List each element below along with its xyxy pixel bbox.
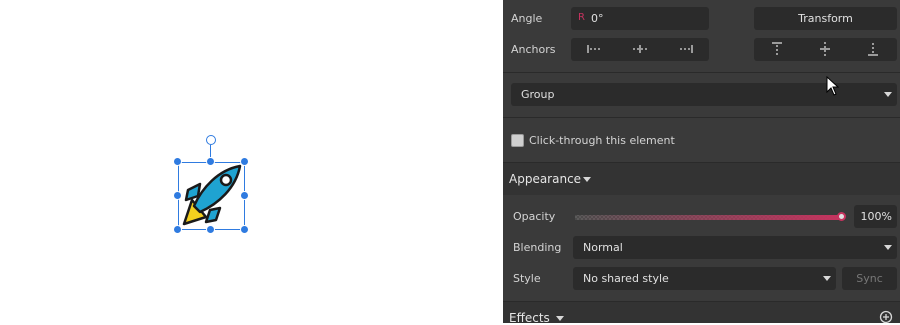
- add-effect-icon[interactable]: [879, 310, 893, 324]
- opacity-value: 100%: [860, 210, 892, 223]
- anchor-top-icon[interactable]: [757, 38, 797, 60]
- blending-value: Normal: [583, 241, 623, 254]
- anchor-right-icon[interactable]: [666, 38, 706, 60]
- angle-value: 0°: [591, 12, 604, 25]
- transform-button[interactable]: Transform: [754, 7, 897, 30]
- resize-handle-bottom-right[interactable]: [240, 225, 249, 234]
- group-dropdown-value: Group: [521, 88, 555, 101]
- resize-handle-top-right[interactable]: [240, 157, 249, 166]
- resize-handle-left[interactable]: [173, 191, 182, 200]
- click-through-checkbox[interactable]: [511, 134, 524, 147]
- chevron-down-icon: [884, 245, 892, 250]
- resize-handle-top-left[interactable]: [173, 157, 182, 166]
- style-value: No shared style: [583, 272, 669, 285]
- angle-prefix: R: [578, 12, 585, 23]
- sync-button[interactable]: Sync: [842, 267, 897, 290]
- resize-handle-bottom[interactable]: [206, 225, 215, 234]
- appearance-title: Appearance: [509, 172, 582, 186]
- style-dropdown[interactable]: No shared style: [573, 267, 836, 290]
- group-dropdown[interactable]: Group: [511, 83, 897, 106]
- separator: [503, 72, 900, 73]
- effects-header[interactable]: Effects: [503, 302, 900, 325]
- anchor-left-icon[interactable]: [574, 38, 614, 60]
- design-canvas[interactable]: [0, 0, 503, 323]
- mouse-cursor-icon: [826, 76, 839, 96]
- chevron-down-icon: [823, 276, 831, 281]
- anchor-center-icon[interactable]: [620, 38, 660, 60]
- resize-handle-top[interactable]: [206, 157, 215, 166]
- chevron-down-icon: [583, 177, 591, 182]
- anchor-middle-icon[interactable]: [805, 38, 845, 60]
- anchors-label: Anchors: [511, 43, 556, 56]
- resize-handle-right[interactable]: [240, 191, 249, 200]
- chevron-down-icon: [884, 92, 892, 97]
- opacity-label: Opacity: [513, 210, 556, 223]
- anchor-bottom-icon[interactable]: [853, 38, 893, 60]
- opacity-slider-knob[interactable]: [837, 212, 846, 221]
- appearance-header[interactable]: Appearance: [503, 163, 900, 195]
- vertical-anchors-group: [754, 38, 897, 61]
- style-label: Style: [513, 272, 541, 285]
- click-through-label: Click-through this element: [529, 134, 675, 147]
- blending-dropdown[interactable]: Normal: [573, 236, 897, 259]
- selection-box: [178, 162, 245, 230]
- rotation-handle[interactable]: [206, 135, 216, 145]
- blending-label: Blending: [513, 241, 562, 254]
- inspector-panel: Angle R 0° Transform Anchors Group Click…: [503, 0, 900, 325]
- chevron-down-icon: [556, 316, 564, 321]
- opacity-field[interactable]: 100%: [854, 205, 897, 228]
- resize-handle-bottom-left[interactable]: [173, 225, 182, 234]
- angle-label: Angle: [511, 12, 543, 25]
- horizontal-anchors-group: [571, 38, 709, 61]
- separator: [503, 117, 900, 118]
- opacity-slider[interactable]: [575, 212, 843, 222]
- angle-field[interactable]: R 0°: [571, 7, 709, 30]
